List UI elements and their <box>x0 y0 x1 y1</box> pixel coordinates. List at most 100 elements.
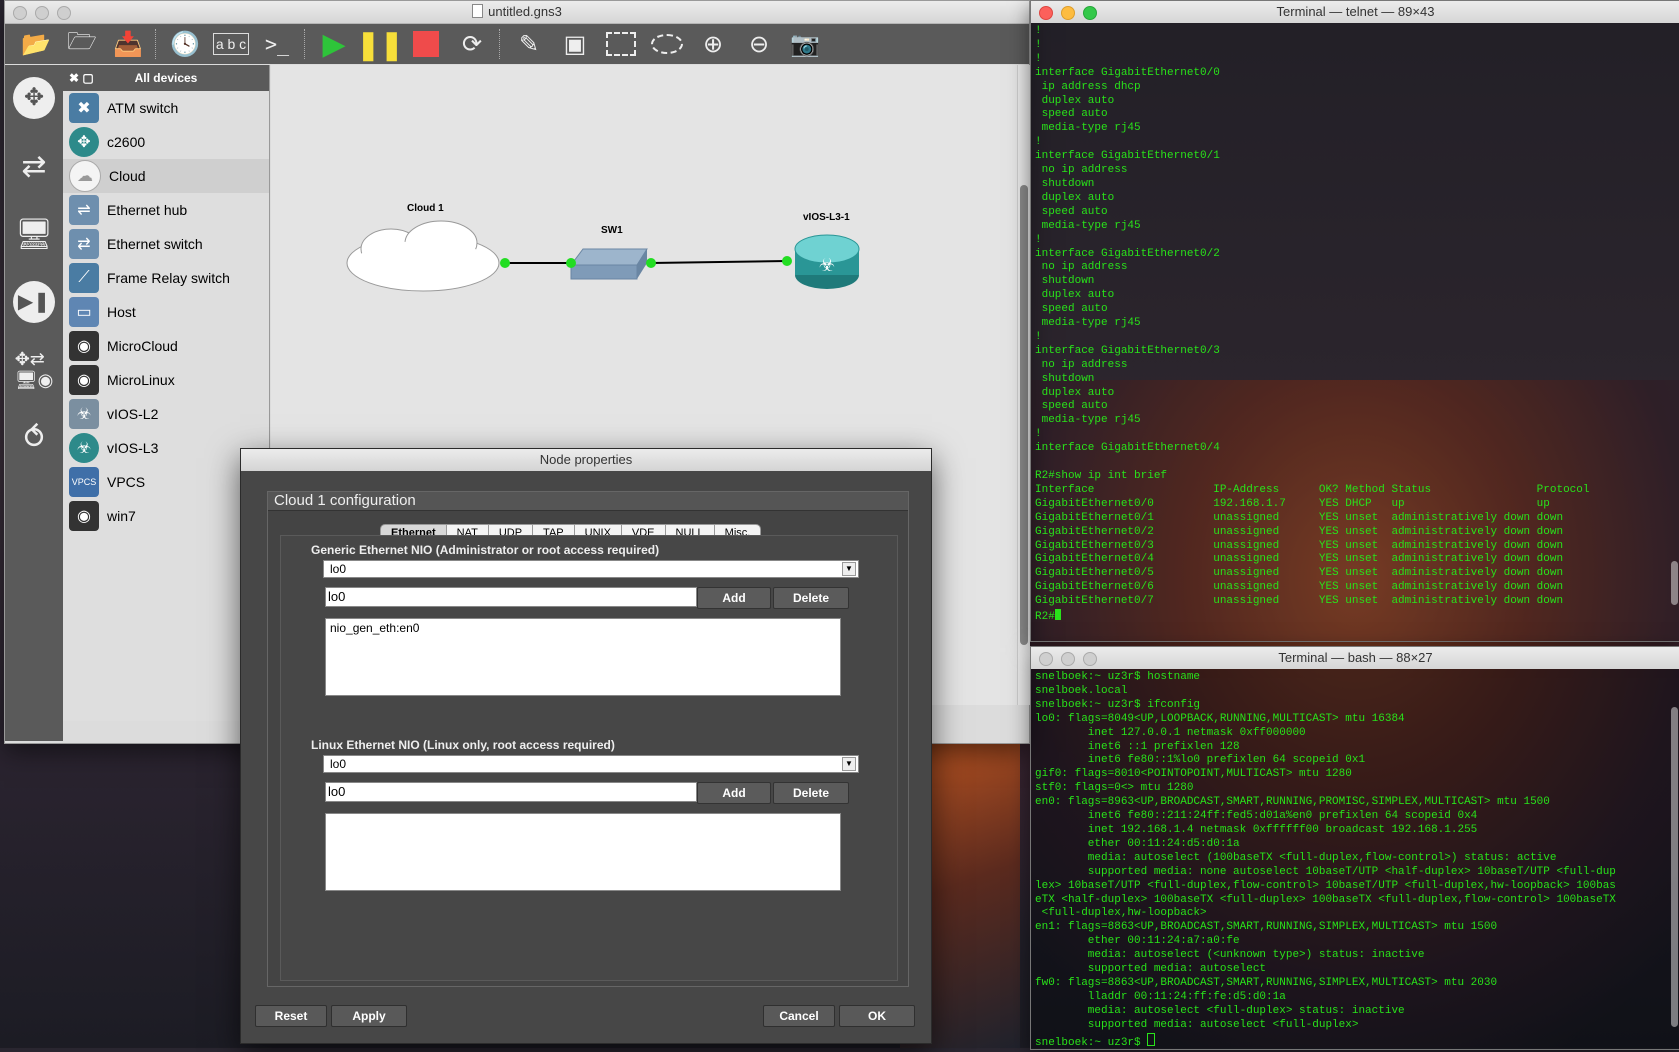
telnet-terminal-text: ! ! ! interface GigabitEthernet0/0 ip ad… <box>1035 25 1590 624</box>
ok-button[interactable]: OK <box>839 1005 915 1027</box>
ellipse-icon <box>651 34 683 54</box>
linux-nio-select[interactable]: lo0 ▼ <box>323 755 859 773</box>
minimize-window-button[interactable] <box>1061 652 1075 666</box>
draw-rectangle-button[interactable] <box>600 26 642 62</box>
device-item-atm-switch[interactable]: ✖ ATM switch <box>63 91 269 125</box>
zoom-window-button[interactable] <box>1083 652 1097 666</box>
device-item-microlinux[interactable]: ◉ MicroLinux <box>63 363 269 397</box>
device-label: MicroLinux <box>107 372 175 388</box>
bash-terminal-scrollbar[interactable] <box>1671 707 1678 1027</box>
cancel-button[interactable]: Cancel <box>763 1005 835 1027</box>
telnet-terminal-window[interactable]: Terminal — telnet — 89×43 ! ! ! interfac… <box>1030 0 1679 642</box>
insert-picture-button[interactable]: ▣ <box>554 26 596 62</box>
telnet-terminal-output[interactable]: ! ! ! interface GigabitEthernet0/0 ip ad… <box>1031 23 1679 627</box>
start-all-button[interactable]: ▶ <box>313 26 355 62</box>
close-panel-icon[interactable]: ✖ ▢ <box>69 65 94 91</box>
zoom-out-icon: ⊖ <box>748 30 770 58</box>
cloud-config-group: Cloud 1 configuration Ethernet NAT UDP T… <box>267 491 909 987</box>
minimize-window-button[interactable] <box>1061 6 1075 20</box>
device-item-host[interactable]: ▭ Host <box>63 295 269 329</box>
vios-l2-icon: ☣ <box>69 399 99 429</box>
zoom-window-button[interactable] <box>57 6 71 20</box>
zoom-in-button[interactable]: ⊕ <box>692 26 734 62</box>
device-item-win7[interactable]: ◉ win7 <box>63 499 269 533</box>
generic-nio-select[interactable]: lo0 ▼ <box>323 560 859 578</box>
microlinux-icon: ◉ <box>69 365 99 395</box>
port-status-up <box>566 258 576 268</box>
reset-button[interactable]: Reset <box>255 1005 327 1027</box>
window-controls <box>1039 652 1097 666</box>
show-labels-button[interactable]: a b c <box>210 26 252 62</box>
screenshot-button[interactable]: 📷 <box>784 26 826 62</box>
linux-delete-button[interactable]: Delete <box>773 782 849 804</box>
generic-nio-list[interactable]: nio_gen_eth:en0 <box>325 618 841 696</box>
open-folder-icon: 🗁 <box>67 27 97 55</box>
linux-nio-list[interactable] <box>325 813 841 891</box>
device-item-frame-relay-switch[interactable]: ⟋ Frame Relay switch <box>63 261 269 295</box>
picture-icon: ▣ <box>563 30 587 58</box>
reload-all-button[interactable]: ⟳ <box>451 26 493 62</box>
minimize-window-button[interactable] <box>35 6 49 20</box>
bash-terminal-titlebar: Terminal — bash — 88×27 <box>1031 647 1679 669</box>
add-note-button[interactable]: ✎ <box>508 26 550 62</box>
port-status-up <box>782 256 792 266</box>
close-window-button[interactable] <box>1039 6 1053 20</box>
router-node-label[interactable]: vIOS-L3-1 <box>803 212 850 223</box>
switch-node[interactable] <box>570 248 648 280</box>
generic-add-button[interactable]: Add <box>697 587 771 609</box>
generic-delete-button[interactable]: Delete <box>773 587 849 609</box>
bash-terminal-output[interactable]: snelboek:~ uz3r$ hostname snelboek.local… <box>1031 669 1679 1052</box>
switch-node-label[interactable]: SW1 <box>601 225 623 236</box>
device-item-ethernet-hub[interactable]: ⇌ Ethernet hub <box>63 193 269 227</box>
device-label: ATM switch <box>107 100 179 116</box>
atm-switch-icon: ✖ <box>69 93 99 123</box>
list-item[interactable]: nio_gen_eth:en0 <box>330 621 836 635</box>
vios-l3-icon: ☣ <box>69 433 99 463</box>
stop-all-button[interactable] <box>405 26 447 62</box>
device-item-cloud[interactable]: ☁ Cloud <box>63 159 269 193</box>
device-item-ethernet-switch[interactable]: ⇄ Ethernet switch <box>63 227 269 261</box>
draw-ellipse-button[interactable] <box>646 26 688 62</box>
stop-icon <box>413 31 439 57</box>
close-window-button[interactable] <box>1039 652 1053 666</box>
device-item-microcloud[interactable]: ◉ MicroCloud <box>63 329 269 363</box>
new-project-button[interactable]: 📂 <box>15 26 57 62</box>
scrollbar-thumb[interactable] <box>1020 185 1028 645</box>
zoom-window-button[interactable] <box>1083 6 1097 20</box>
browse-security-devices-button[interactable]: ▶❚ <box>9 277 59 327</box>
browse-routers-button[interactable]: ✥ <box>9 73 59 123</box>
apply-button[interactable]: Apply <box>331 1005 407 1027</box>
device-label: Cloud <box>109 168 146 184</box>
add-link-button[interactable]: ⥀ <box>9 413 59 463</box>
cloud-node-label[interactable]: Cloud 1 <box>407 203 444 214</box>
cable-icon: ⥀ <box>23 421 45 455</box>
device-item-vios-l3[interactable]: ☣ vIOS-L3 <box>63 431 269 465</box>
router-node[interactable]: ☣ <box>794 234 860 289</box>
browse-all-devices-button[interactable]: ✥⇄ 🖥◉ <box>9 345 59 395</box>
close-window-button[interactable] <box>13 6 27 20</box>
device-item-vpcs[interactable]: VPCS VPCS <box>63 465 269 499</box>
browse-switches-button[interactable]: ⇄ <box>9 141 59 191</box>
suspend-all-button[interactable]: ❚❚ <box>357 26 404 62</box>
bash-terminal-window[interactable]: Terminal — bash — 88×27 snelboek:~ uz3r$… <box>1030 646 1679 1050</box>
linux-add-button[interactable]: Add <box>697 782 771 804</box>
canvas-vertical-scrollbar[interactable] <box>1017 65 1030 705</box>
zoom-in-icon: ⊕ <box>702 30 724 58</box>
zoom-out-button[interactable]: ⊖ <box>738 26 780 62</box>
linux-nio-input[interactable]: lo0 <box>325 782 697 802</box>
console-all-button[interactable]: >_ <box>256 26 298 62</box>
link-sw1-router[interactable] <box>650 260 788 264</box>
snapshot-history-button[interactable]: 🕓 <box>164 26 206 62</box>
terminal-cursor <box>1054 609 1061 621</box>
linux-nio-label: Linux Ethernet NIO (Linux only, root acc… <box>311 738 615 752</box>
browse-end-devices-button[interactable]: 🖥 <box>9 209 59 259</box>
telnet-terminal-scrollbar[interactable] <box>1671 561 1678 605</box>
window-controls <box>1039 6 1097 20</box>
save-project-button[interactable]: 📥 <box>107 26 149 62</box>
generic-nio-input[interactable]: lo0 <box>325 587 697 607</box>
cloud-node[interactable] <box>346 220 500 292</box>
open-project-button[interactable]: 🗁 <box>61 26 103 62</box>
generic-nio-label: Generic Ethernet NIO (Administrator or r… <box>311 543 660 557</box>
device-item-c2600[interactable]: ✥ c2600 <box>63 125 269 159</box>
device-item-vios-l2[interactable]: ☣ vIOS-L2 <box>63 397 269 431</box>
